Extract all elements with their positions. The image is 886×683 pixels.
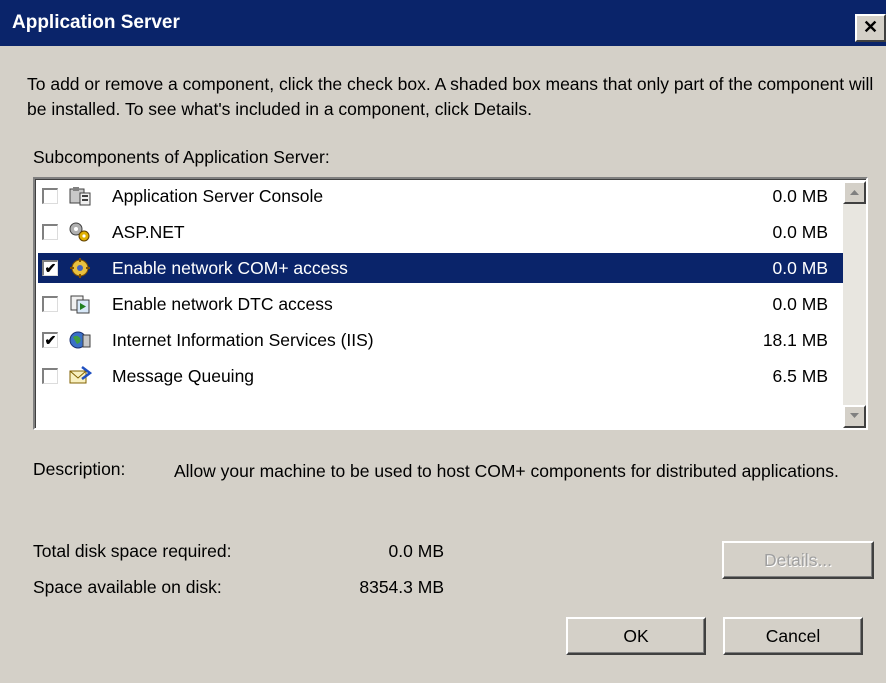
- component-size: 0.0 MB: [772, 294, 828, 314]
- aspnet-gear-icon: [68, 221, 92, 243]
- component-name: Enable network COM+ access: [112, 258, 348, 278]
- cancel-button[interactable]: Cancel: [723, 617, 863, 655]
- dtc-icon: [68, 293, 92, 315]
- component-checkbox[interactable]: [42, 296, 58, 312]
- dialog-title: Application Server: [12, 12, 180, 33]
- component-checkbox[interactable]: [42, 188, 58, 204]
- scroll-up-button[interactable]: [843, 181, 866, 204]
- description-text: Allow your machine to be used to host CO…: [174, 461, 839, 481]
- instructions-text: To add or remove a component, click the …: [27, 74, 874, 119]
- component-checkbox[interactable]: ✔: [42, 260, 58, 276]
- iis-globe-icon: [68, 329, 92, 351]
- application-server-dialog: Application Server ✕ To add or remove a …: [0, 0, 886, 683]
- vertical-scrollbar[interactable]: [843, 181, 866, 428]
- component-size: 18.1 MB: [762, 330, 828, 350]
- component-name: Application Server Console: [112, 186, 324, 206]
- component-size: 6.5 MB: [772, 366, 828, 386]
- component-name: ASP.NET: [112, 222, 185, 242]
- details-button[interactable]: Details...: [722, 541, 874, 579]
- ok-button[interactable]: OK: [566, 617, 706, 655]
- disk-required-label: Total disk space required:: [33, 541, 232, 561]
- scroll-down-button[interactable]: [843, 405, 866, 428]
- component-row[interactable]: ✔ Enable network COM+ access 0.0 MB: [38, 253, 844, 283]
- component-name: Message Queuing: [112, 366, 255, 386]
- subcomponents-list[interactable]: Application Server Console 0.0 MB ASP.NET 0…: [33, 177, 868, 430]
- component-row[interactable]: ✔ Internet Information Services (IIS) 18.1…: [38, 325, 844, 355]
- title-bar[interactable]: Application Server: [0, 0, 886, 46]
- close-icon: ✕: [862, 17, 879, 37]
- subcomponents-label: Subcomponents of Application Server:: [33, 147, 330, 167]
- component-name: Internet Information Services (IIS): [112, 330, 374, 350]
- component-size: 0.0 MB: [772, 186, 828, 206]
- disk-required-value: 0.0 MB: [388, 541, 444, 561]
- component-size: 0.0 MB: [772, 222, 828, 242]
- component-row[interactable]: Application Server Console 0.0 MB: [38, 181, 844, 211]
- arrow-down-icon: [850, 413, 859, 418]
- disk-available-label: Space available on disk:: [33, 577, 222, 597]
- server-console-icon: [68, 185, 92, 207]
- message-queue-icon: [68, 365, 93, 387]
- description-label: Description:: [33, 459, 126, 479]
- component-checkbox[interactable]: [42, 224, 58, 240]
- component-row[interactable]: Enable network DTC access 0.0 MB: [38, 289, 844, 319]
- com-plus-icon: [68, 257, 92, 279]
- component-checkbox[interactable]: ✔: [42, 332, 58, 348]
- component-size: 0.0 MB: [772, 258, 828, 278]
- arrow-up-icon: [850, 190, 859, 195]
- disk-available-value: 8354.3 MB: [359, 577, 444, 597]
- close-button[interactable]: ✕: [855, 14, 886, 42]
- component-row[interactable]: Message Queuing 6.5 MB: [38, 361, 844, 391]
- component-checkbox[interactable]: [42, 368, 58, 384]
- component-row[interactable]: ASP.NET 0.0 MB: [38, 217, 844, 247]
- component-name: Enable network DTC access: [112, 294, 333, 314]
